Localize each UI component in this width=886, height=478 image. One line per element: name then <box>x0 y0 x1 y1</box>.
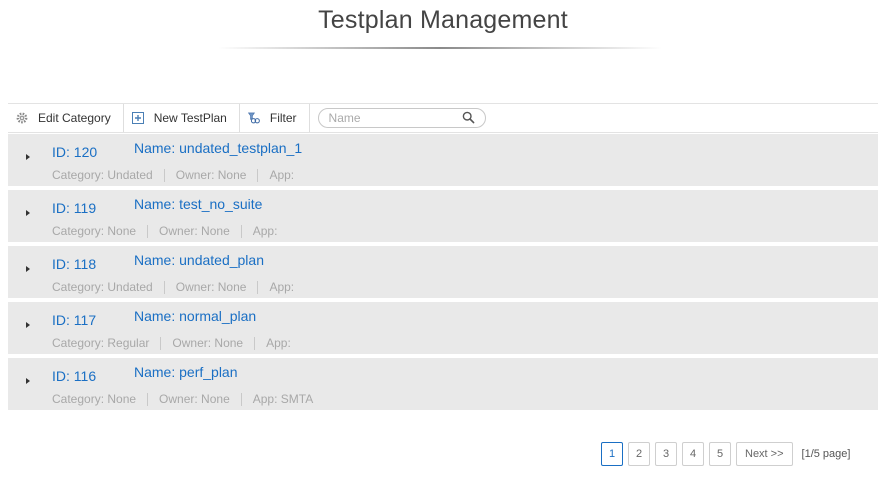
testplan-name[interactable]: Name: normal_plan <box>134 308 256 324</box>
caret-right-icon[interactable] <box>26 378 30 384</box>
testplan-row[interactable]: ID: 118 Name: undated_plan Category: Und… <box>8 246 878 302</box>
meta-divider <box>160 336 162 350</box>
caret-right-icon[interactable] <box>26 266 30 272</box>
meta-divider <box>240 224 242 238</box>
new-testplan-button[interactable]: New TestPlan <box>124 104 240 132</box>
page-button-4[interactable]: 4 <box>682 442 704 466</box>
testplan-app: App: <box>269 168 295 182</box>
testplan-category: Category: Undated <box>52 168 153 182</box>
page-button-2[interactable]: 2 <box>628 442 650 466</box>
page-button-1[interactable]: 1 <box>601 442 623 466</box>
testplan-meta: Category: Undated Owner: None App: <box>52 168 294 182</box>
testplan-name[interactable]: Name: undated_plan <box>134 252 264 268</box>
testplan-app: App: <box>269 280 295 294</box>
meta-divider <box>163 168 165 182</box>
testplan-app: App: <box>252 224 278 238</box>
testplan-id[interactable]: ID: 120 <box>52 144 97 160</box>
filter-button[interactable]: Filter <box>240 104 310 132</box>
testplan-owner: Owner: None <box>175 280 247 294</box>
meta-divider <box>257 280 259 294</box>
meta-divider <box>147 392 149 406</box>
testplan-owner: Owner: None <box>172 336 244 350</box>
gear-icon <box>16 112 28 124</box>
testplan-id[interactable]: ID: 116 <box>52 368 96 384</box>
caret-right-icon[interactable] <box>26 154 30 160</box>
testplan-name[interactable]: Name: undated_testplan_1 <box>134 140 302 156</box>
meta-divider <box>257 168 259 182</box>
search-input[interactable] <box>328 111 459 125</box>
testplan-owner: Owner: None <box>159 224 230 238</box>
search-icon[interactable] <box>462 111 475 124</box>
plus-box-icon <box>131 112 144 124</box>
edit-category-label: Edit Category <box>38 111 111 125</box>
testplan-app: App: SMTA <box>252 392 314 406</box>
filter-label: Filter <box>269 111 297 125</box>
testplan-list: ID: 120 Name: undated_testplan_1 Categor… <box>8 134 878 414</box>
meta-divider <box>163 280 165 294</box>
page-title: Testplan Management <box>318 6 568 34</box>
testplan-name[interactable]: Name: test_no_suite <box>134 196 262 212</box>
testplan-owner: Owner: None <box>159 392 230 406</box>
testplan-row[interactable]: ID: 120 Name: undated_testplan_1 Categor… <box>8 134 878 190</box>
testplan-row[interactable]: ID: 116 Name: perf_plan Category: None O… <box>8 358 878 414</box>
testplan-id[interactable]: ID: 119 <box>52 200 96 216</box>
new-testplan-label: New TestPlan <box>153 111 227 125</box>
filter-icon <box>247 112 260 124</box>
testplan-app: App: <box>266 336 291 350</box>
meta-divider <box>254 336 256 350</box>
testplan-category: Category: Undated <box>52 280 153 294</box>
testplan-category: Category: Regular <box>52 336 150 350</box>
page-info: [1/5 page] <box>801 448 851 460</box>
caret-right-icon[interactable] <box>26 210 30 216</box>
meta-divider <box>240 392 242 406</box>
testplan-owner: Owner: None <box>175 168 247 182</box>
testplan-category: Category: None <box>52 224 137 238</box>
testplan-id[interactable]: ID: 117 <box>52 312 96 328</box>
toolbar: Edit Category New TestPlan Filter <box>8 103 878 133</box>
testplan-meta: Category: None Owner: None App: <box>52 224 277 238</box>
testplan-meta: Category: Regular Owner: None App: <box>52 336 291 350</box>
testplan-meta: Category: None Owner: None App: SMTA <box>52 392 313 406</box>
testplan-category: Category: None <box>52 392 137 406</box>
testplan-row[interactable]: ID: 117 Name: normal_plan Category: Regu… <box>8 302 878 358</box>
page-button-5[interactable]: 5 <box>709 442 731 466</box>
testplan-name[interactable]: Name: perf_plan <box>134 364 238 380</box>
page-button-3[interactable]: 3 <box>655 442 677 466</box>
edit-category-button[interactable]: Edit Category <box>8 104 124 132</box>
testplan-id[interactable]: ID: 118 <box>52 256 96 272</box>
pagination: 1 2 3 4 5 Next >> [1/5 page] <box>601 442 850 466</box>
testplan-row[interactable]: ID: 119 Name: test_no_suite Category: No… <box>8 190 878 246</box>
meta-divider <box>147 224 149 238</box>
testplan-meta: Category: Undated Owner: None App: <box>52 280 294 294</box>
search-box <box>317 108 486 128</box>
caret-right-icon[interactable] <box>26 322 30 328</box>
next-page-button[interactable]: Next >> <box>736 442 793 466</box>
title-divider <box>218 47 662 49</box>
